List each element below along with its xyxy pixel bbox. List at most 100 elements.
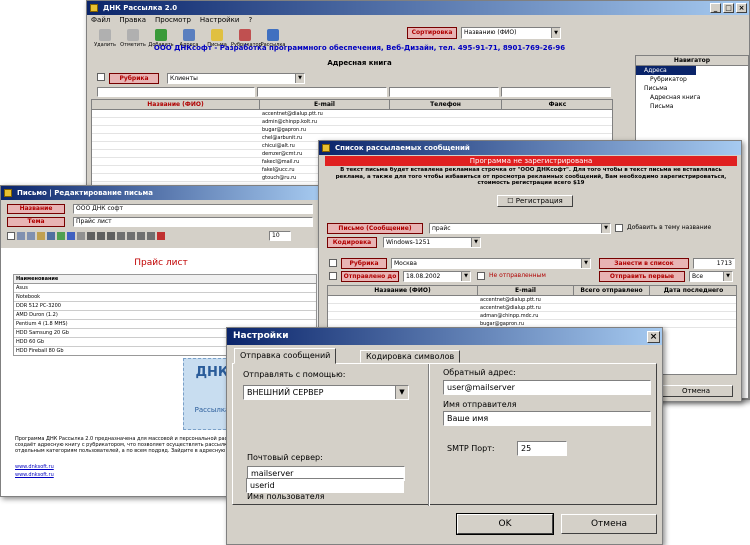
column-header-fax[interactable]: Факс: [502, 100, 612, 110]
email-cell: chel@arbunit.ru: [262, 135, 303, 141]
column-header-email[interactable]: E-mail: [260, 100, 390, 110]
sort-select-value: Названию (ФИО): [464, 29, 517, 36]
register-icon: ☐: [507, 197, 516, 205]
add-to-list-button[interactable]: Занести в список: [599, 258, 689, 269]
site-link[interactable]: www.dnksoft.ru: [15, 464, 54, 470]
add-title-checkbox[interactable]: [615, 224, 623, 232]
nav-item-letters[interactable]: Письма: [636, 84, 748, 93]
topic-button[interactable]: Тема: [7, 217, 65, 227]
filter-input-4[interactable]: [501, 87, 611, 97]
sort-select[interactable]: Названию (ФИО) ▼: [461, 27, 561, 39]
table-row[interactable]: accentnet@dialup.ptt.ru: [328, 304, 736, 312]
mailing-col-email[interactable]: E-mail: [478, 286, 574, 296]
mailing-cancel-button[interactable]: Отмена: [659, 385, 733, 397]
return-address-input[interactable]: user@mailserver: [443, 380, 651, 395]
encoding-button[interactable]: Кодировка: [327, 237, 377, 248]
filter-input-1[interactable]: [97, 87, 255, 97]
rubric-select[interactable]: Клиенты ▼: [167, 73, 305, 84]
mail-server-label: Почтовый сервер:: [247, 453, 323, 462]
image-icon[interactable]: [57, 232, 65, 240]
color-icon[interactable]: [157, 232, 165, 240]
menu-file[interactable]: Файл: [91, 15, 110, 26]
table-row[interactable]: admin@chinpp.kolt.ru: [92, 118, 612, 126]
register-button[interactable]: ☐ Регистрация: [497, 195, 573, 207]
email-cell: adman@chinpp.mdc.ru: [480, 313, 539, 319]
table-row[interactable]: adman@chinpp.mdc.ru: [328, 312, 736, 320]
site-link-2[interactable]: www.dnksoft.ru: [15, 472, 54, 478]
rubricator-icon: [239, 29, 251, 41]
sender-name-input[interactable]: Ваше имя: [443, 411, 651, 426]
mailing-icon: [322, 144, 330, 152]
letter-button[interactable]: Письмо (Сообщение): [327, 223, 423, 234]
rubric-checkbox[interactable]: [97, 73, 105, 81]
filter-input-2[interactable]: [257, 87, 387, 97]
smtp-port-input[interactable]: 25: [517, 441, 567, 456]
mailing-col-total[interactable]: Всего отправлено: [574, 286, 650, 296]
table-row[interactable]: accentnet@dialup.ptt.ru: [92, 110, 612, 118]
nav-item-letters-sub[interactable]: Письма: [636, 102, 748, 111]
main-titlebar: ДНК Рассылка 2.0 _ □ ×: [87, 1, 749, 15]
mailing-col-name[interactable]: Название (ФИО): [328, 286, 478, 296]
sent-before-button[interactable]: Отправлено до: [341, 271, 399, 282]
settings-tab-encoding[interactable]: Кодировка символов: [360, 350, 461, 363]
rubric-filter-button[interactable]: Рубрика: [341, 258, 387, 269]
bold-icon[interactable]: [87, 232, 95, 240]
italic-icon[interactable]: [97, 232, 105, 240]
close-icon[interactable]: ×: [736, 3, 747, 13]
paste-icon[interactable]: [37, 232, 45, 240]
nav-item-addresses[interactable]: Адреса: [636, 66, 696, 75]
settings-tab-send[interactable]: Отправка сообщений: [234, 348, 337, 364]
maximize-icon[interactable]: □: [723, 3, 734, 13]
undo-icon[interactable]: [47, 232, 55, 240]
sent-before-checkbox[interactable]: [329, 272, 337, 280]
settings-dialog: Настройки × Отправка сообщений Кодировка…: [226, 327, 663, 545]
cancel-button[interactable]: Отмена: [561, 514, 657, 534]
underline-icon[interactable]: [107, 232, 115, 240]
cut-icon[interactable]: [17, 232, 25, 240]
send-first-select[interactable]: Все ▼: [689, 271, 733, 282]
align-right-icon[interactable]: [137, 232, 145, 240]
table-icon[interactable]: [77, 232, 85, 240]
column-header-phone[interactable]: Телефон: [390, 100, 502, 110]
letter-select[interactable]: прайс ▼: [429, 223, 611, 234]
sent-date-input[interactable]: 18.08.2002 ▼: [403, 271, 471, 282]
filter-input-3[interactable]: [389, 87, 499, 97]
menu-help[interactable]: ?: [248, 15, 252, 26]
minimize-icon[interactable]: _: [710, 3, 721, 13]
encoding-select[interactable]: Windows-1251 ▼: [383, 237, 481, 248]
font-size-select[interactable]: 10: [269, 231, 291, 241]
menu-edit[interactable]: Правка: [119, 15, 146, 26]
mailing-col-date[interactable]: Дата последнего: [650, 286, 736, 296]
table-row: Notebook: [14, 293, 316, 302]
table-row[interactable]: accentnet@dialup.ptt.ru: [328, 296, 736, 304]
nav-item-rubricator[interactable]: Рубрикатор: [636, 75, 748, 84]
rubric-button[interactable]: Рубрика: [109, 73, 159, 84]
column-header-name[interactable]: Название (ФИО): [92, 100, 260, 110]
email-cell: bugar@gapron.ru: [262, 127, 307, 133]
subject-input[interactable]: ООО ДНК софт: [73, 204, 313, 214]
table-row[interactable]: bugar@gapron.ru: [92, 126, 612, 134]
topic-input[interactable]: Прайс лист: [73, 217, 313, 227]
align-left-icon[interactable]: [117, 232, 125, 240]
rubric-filter-checkbox[interactable]: [329, 259, 337, 267]
username-input[interactable]: userid: [246, 478, 404, 493]
sort-button[interactable]: Сортировка: [407, 27, 457, 39]
send-via-label: Отправлять с помощью:: [243, 370, 346, 379]
mailing-icon: [267, 29, 279, 41]
list-icon[interactable]: [147, 232, 155, 240]
align-center-icon[interactable]: [127, 232, 135, 240]
subject-button[interactable]: Название: [7, 204, 65, 214]
menu-settings[interactable]: Настройки: [200, 15, 240, 26]
close-icon[interactable]: ×: [647, 331, 660, 343]
email-cell: demzer@cmt.ru: [262, 151, 303, 157]
rubric-filter-select[interactable]: Москва ▼: [391, 258, 591, 269]
ok-button[interactable]: OK: [456, 513, 554, 535]
not-sent-checkbox[interactable]: [477, 272, 485, 280]
send-via-select[interactable]: ВНЕШНИЙ СЕРВЕР ▼: [243, 385, 409, 400]
send-first-button[interactable]: Отправить первые: [599, 271, 685, 282]
nav-item-address-book[interactable]: Адресная книга: [636, 93, 748, 102]
menu-view[interactable]: Просмотр: [155, 15, 191, 26]
link-icon[interactable]: [67, 232, 75, 240]
copy-icon[interactable]: [27, 232, 35, 240]
new-icon[interactable]: [7, 232, 15, 240]
